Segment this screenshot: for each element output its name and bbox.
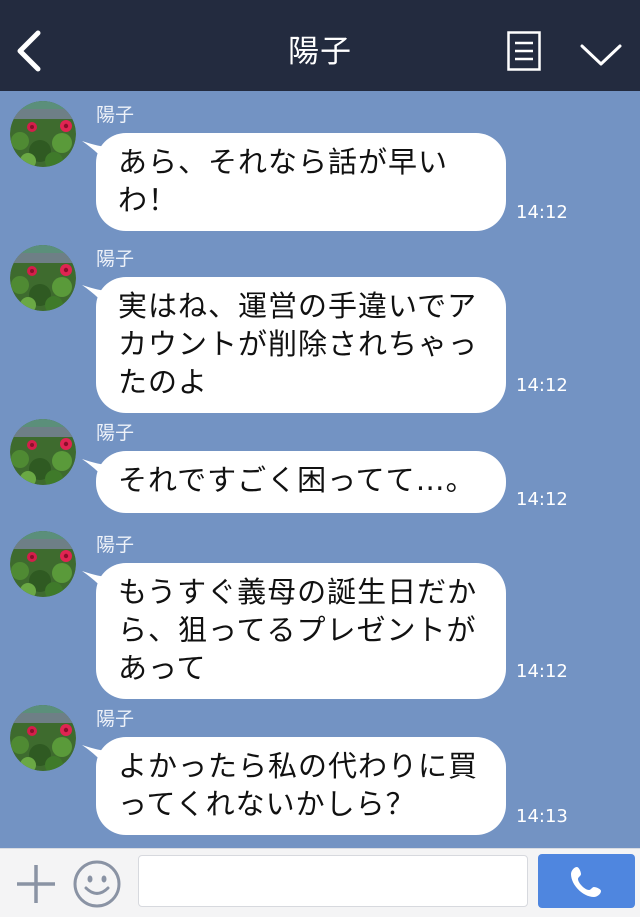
avatar[interactable] xyxy=(10,419,76,485)
message-timestamp: 14:12 xyxy=(516,489,568,510)
chat-title: 陽子 xyxy=(288,34,352,70)
message-timestamp: 14:12 xyxy=(516,661,568,682)
avatar[interactable] xyxy=(10,705,76,771)
message-timestamp: 14:13 xyxy=(516,806,568,827)
avatar[interactable] xyxy=(10,245,76,311)
composer-bar xyxy=(0,848,640,917)
message-bubble[interactable]: それですごく困ってて…。 xyxy=(96,451,506,513)
message-bubble[interactable]: よかったら私の代わりに買ってくれないかしら？ xyxy=(96,737,506,835)
message-bubble[interactable]: 実はね、運営の手違いでアカウントが削除されちゃったのよ xyxy=(96,277,506,413)
sender-name: 陽子 xyxy=(96,708,135,730)
message-timestamp: 14:12 xyxy=(516,375,568,396)
message-input[interactable] xyxy=(138,855,528,907)
avatar-image xyxy=(10,705,76,771)
sender-name: 陽子 xyxy=(96,104,135,126)
avatar[interactable] xyxy=(10,101,76,167)
sender-name: 陽子 xyxy=(96,248,135,270)
avatar-image xyxy=(10,419,76,485)
menu-icon[interactable] xyxy=(507,31,541,71)
message-timestamp: 14:12 xyxy=(516,202,568,223)
message-bubble[interactable]: あら、それなら話が早いわ！ xyxy=(96,133,506,231)
avatar-image xyxy=(10,531,76,597)
smiley-icon[interactable] xyxy=(72,859,122,909)
call-button[interactable] xyxy=(538,854,635,908)
avatar[interactable] xyxy=(10,531,76,597)
message-bubble[interactable]: もうすぐ義母の誕生日だから、狙ってるプレゼントがあって xyxy=(96,563,506,699)
sender-name: 陽子 xyxy=(96,422,135,444)
phone-icon xyxy=(571,867,601,897)
avatar-image xyxy=(10,101,76,167)
plus-icon[interactable] xyxy=(14,862,58,906)
avatar-image xyxy=(10,245,76,311)
sender-name: 陽子 xyxy=(96,534,135,556)
message-list[interactable]: 陽子 あら、それなら話が早いわ！ 14:12 陽子 実はね、運営の手違いでアカウントが削… xyxy=(0,91,640,848)
chevron-down-icon[interactable] xyxy=(579,42,623,68)
chat-header: 陽子 xyxy=(0,0,640,91)
